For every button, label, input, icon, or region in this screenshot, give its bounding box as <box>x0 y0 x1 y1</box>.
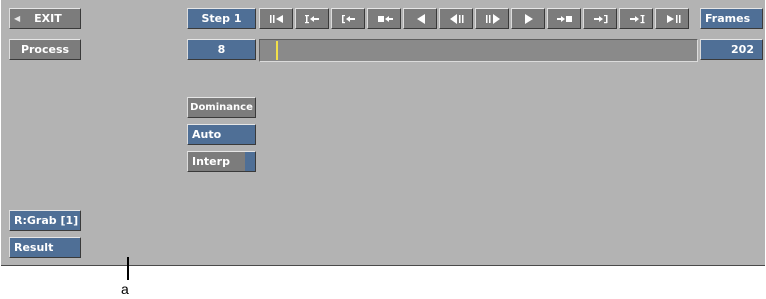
play-icon <box>525 14 533 24</box>
exit-arrow-icon: ◀ <box>14 14 21 23</box>
play-button[interactable] <box>511 8 545 29</box>
next-marker-icon <box>557 16 572 22</box>
result-label: Result <box>14 241 54 254</box>
process-label: Process <box>20 43 70 56</box>
go-to-start-icon <box>270 15 283 23</box>
exit-label: EXIT <box>34 12 62 25</box>
previous-keyframe-icon <box>342 15 355 24</box>
interp-label: Interp <box>192 155 230 168</box>
rgrab-button[interactable]: R:Grab [1] <box>9 210 81 231</box>
step-value-field[interactable]: 8 <box>187 39 256 60</box>
step-forward-button[interactable] <box>475 8 509 29</box>
next-keyframe-button[interactable] <box>583 8 617 29</box>
step-back-frame-icon <box>450 14 464 24</box>
timeline-scrubber[interactable] <box>259 39 698 62</box>
play-reverse-icon <box>417 14 425 24</box>
frames-label: Frames <box>705 12 751 25</box>
auto-label: Auto <box>192 128 222 141</box>
step-label: Step 1 <box>201 12 242 25</box>
previous-marker-icon <box>378 16 393 22</box>
callout-label: a <box>121 281 129 297</box>
interp-toggle[interactable]: Interp <box>187 151 256 172</box>
go-to-end-icon <box>667 15 681 23</box>
dominance-label: Dominance <box>190 102 253 113</box>
timeline-cursor[interactable] <box>276 41 278 60</box>
play-reverse-button[interactable] <box>403 8 437 29</box>
dominance-button[interactable]: Dominance <box>187 97 256 118</box>
step-button[interactable]: Step 1 <box>187 8 256 29</box>
step-back-button[interactable] <box>439 8 473 29</box>
go-to-in-point-button[interactable] <box>295 8 329 29</box>
go-to-out-point-icon <box>630 15 645 24</box>
previous-keyframe-button[interactable] <box>331 8 365 29</box>
step-forward-frame-icon <box>486 14 500 24</box>
go-to-end-button[interactable] <box>655 8 689 29</box>
go-to-in-point-icon <box>305 15 319 24</box>
step-value: 8 <box>217 43 226 56</box>
go-to-out-point-button[interactable] <box>619 8 653 29</box>
go-to-start-button[interactable] <box>259 8 293 29</box>
process-button[interactable]: Process <box>9 39 81 60</box>
next-marker-button[interactable] <box>547 8 581 29</box>
frames-value-field[interactable]: 202 <box>700 39 763 60</box>
result-button[interactable]: Result <box>9 237 81 258</box>
frames-button[interactable]: Frames <box>700 8 763 29</box>
auto-button[interactable]: Auto <box>187 124 256 145</box>
callout-line <box>127 257 129 280</box>
previous-marker-button[interactable] <box>367 8 401 29</box>
next-keyframe-icon <box>594 15 608 24</box>
exit-button[interactable]: ◀ EXIT <box>9 8 81 29</box>
rgrab-label: R:Grab [1] <box>14 214 79 227</box>
frames-value: 202 <box>731 43 754 56</box>
